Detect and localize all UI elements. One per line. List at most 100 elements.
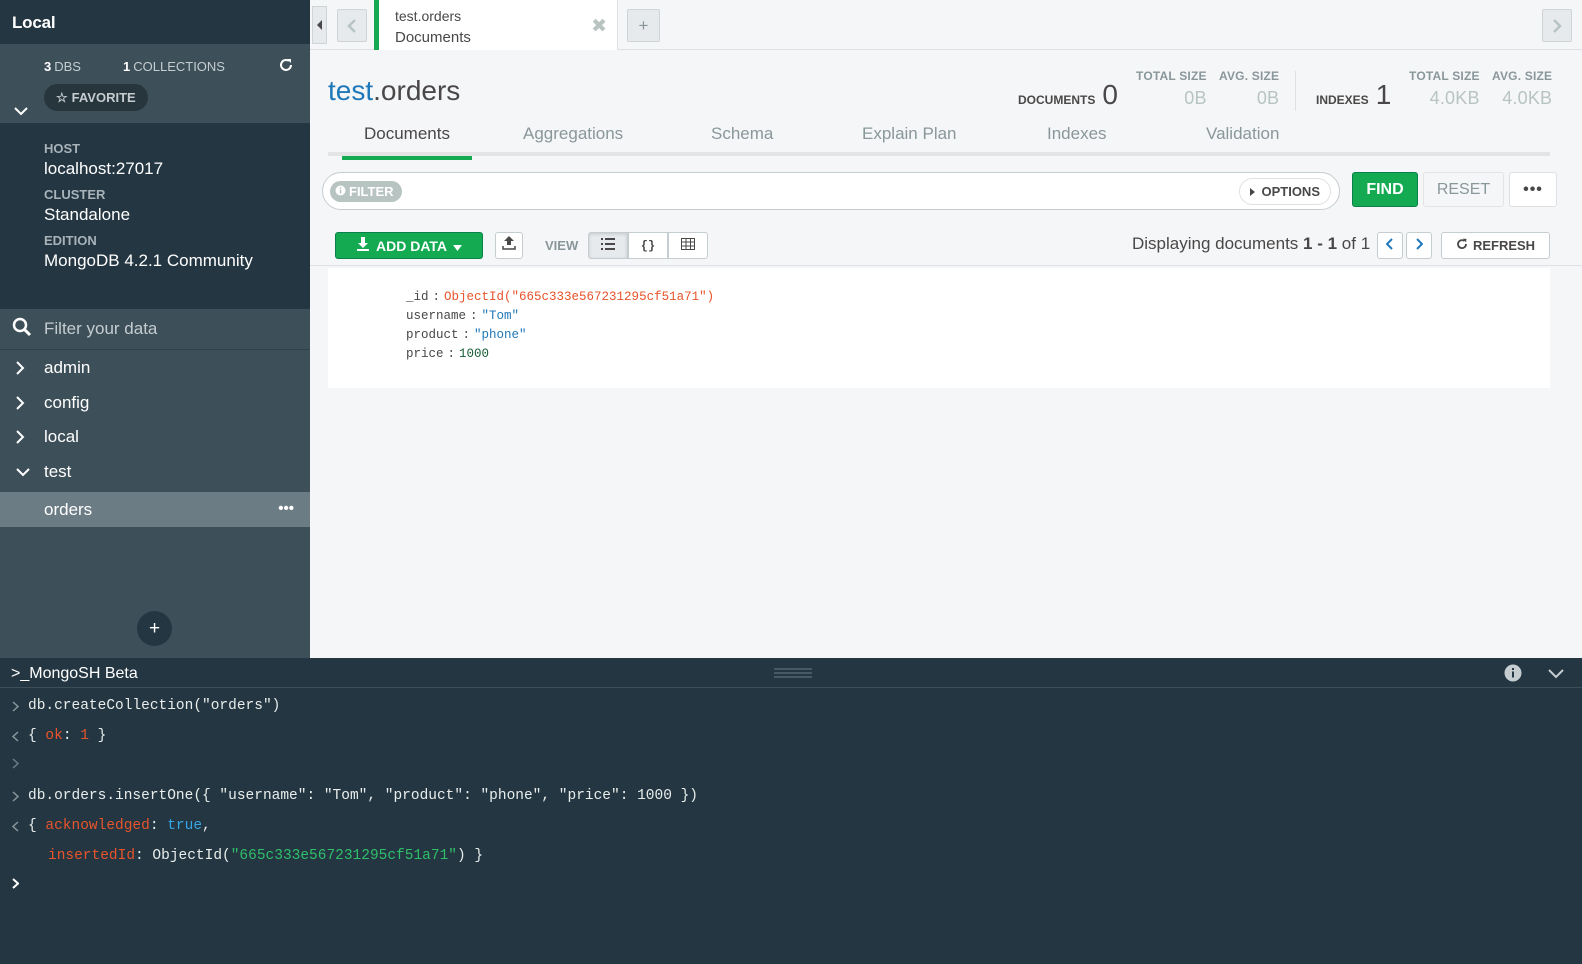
close-icon[interactable]: ✖ — [591, 15, 607, 38]
documents-stat: DOCUMENTS 0 — [1018, 79, 1118, 110]
more-options-button[interactable]: ••• — [1509, 172, 1557, 207]
refresh-icon — [1456, 238, 1468, 253]
tab-schema[interactable]: Schema — [711, 124, 773, 156]
upload-icon — [502, 236, 516, 255]
tab-validation[interactable]: Validation — [1206, 124, 1279, 156]
document-card[interactable]: _id: ObjectId("665c333e567231295cf51a71")… — [328, 268, 1550, 388]
sidebar-item-config[interactable]: config — [0, 385, 310, 420]
shell-input-line: db.createCollection("orders") — [12, 698, 280, 714]
query-bar: FILTER OPTIONS — [322, 172, 1340, 210]
download-icon — [356, 237, 370, 254]
refresh-button[interactable]: REFRESH — [1441, 232, 1550, 259]
caret-right-icon — [1250, 184, 1256, 199]
refresh-icon[interactable] — [278, 57, 294, 78]
chevron-right-icon — [0, 429, 44, 445]
cluster-label: CLUSTER — [44, 187, 106, 202]
main-panel: test.orders Documents ✖ + test.orders DO… — [310, 0, 1582, 658]
prompt-icon — [12, 790, 28, 802]
connection-title: Local — [0, 0, 310, 44]
sidebar-collection-orders[interactable]: orders ••• — [0, 492, 310, 527]
documents-toolbar: ADD DATA VIEW {} Displaying documents 1 … — [310, 226, 1582, 266]
collection-subtabs: Documents Aggregations Schema Explain Pl… — [328, 114, 1550, 160]
dbs-count: 3 DBS — [44, 59, 81, 74]
pagination-text: Displaying documents 1 - 1 of 1 — [1132, 234, 1371, 253]
documents-total-size: TOTAL SIZE 0B — [1136, 69, 1207, 108]
tab-bar: test.orders Documents ✖ + — [310, 0, 1582, 50]
filter-query-input[interactable] — [411, 181, 1231, 203]
output-icon — [12, 820, 28, 832]
new-tab-button[interactable]: + — [627, 9, 660, 42]
cluster-value: Standalone — [44, 205, 131, 224]
braces-icon: {} — [640, 238, 656, 253]
chevron-left-icon — [1385, 237, 1394, 255]
search-icon — [12, 317, 32, 342]
export-button[interactable] — [495, 232, 523, 259]
filter-label: FILTER — [330, 181, 402, 202]
prompt-icon — [12, 758, 28, 769]
find-button[interactable]: FIND — [1352, 172, 1418, 207]
sidebar-item-admin[interactable]: admin — [0, 350, 310, 385]
list-icon — [601, 238, 615, 253]
tab-subtitle: Documents — [395, 29, 471, 46]
chevron-right-icon — [0, 395, 44, 411]
indexes-stat: INDEXES 1 — [1316, 79, 1392, 110]
edition-value: MongoDB 4.2.1 Community — [44, 251, 253, 270]
shell-input-line — [12, 758, 28, 769]
next-page-button[interactable] — [1406, 232, 1432, 259]
reset-button[interactable]: RESET — [1423, 172, 1504, 207]
options-button[interactable]: OPTIONS — [1239, 178, 1331, 205]
collapse-sidebar-button[interactable] — [312, 6, 327, 44]
chevron-right-icon — [1415, 237, 1424, 255]
sidebar: Local 3 DBS 1 COLLECTIONS ☆ FAVORITE HOST … — [0, 0, 310, 658]
instance-info: HOST localhost:27017 CLUSTER Standalone … — [0, 123, 310, 309]
chevron-down-icon[interactable] — [14, 103, 28, 121]
add-data-button[interactable]: ADD DATA — [335, 232, 483, 259]
output-icon — [12, 730, 28, 742]
shell-input-line: db.orders.insertOne({ "username": "Tom",… — [12, 788, 698, 804]
json-view-button[interactable]: {} — [628, 232, 668, 259]
document-field: price:1000 — [406, 347, 490, 361]
shell-output-line: insertedId: ObjectId("665c333e567231295c… — [48, 848, 484, 864]
info-icon[interactable] — [1504, 664, 1522, 687]
tab-indexes[interactable]: Indexes — [1047, 124, 1107, 156]
document-field: username: "Tom" — [406, 309, 520, 323]
edition-label: EDITION — [44, 233, 97, 248]
list-view-button[interactable] — [588, 232, 628, 259]
more-icon[interactable]: ••• — [278, 500, 294, 517]
shell-output-line: { acknowledged: true, — [12, 818, 211, 834]
tab-test-orders[interactable]: test.orders Documents ✖ — [374, 0, 618, 50]
tab-aggregations[interactable]: Aggregations — [523, 124, 623, 156]
tabs-back-button[interactable] — [337, 9, 367, 42]
stat-divider — [1295, 71, 1296, 111]
shell-active-prompt[interactable] — [12, 878, 28, 889]
shell-header: >_MongoSH Beta — [0, 658, 1582, 688]
prompt-icon — [12, 878, 28, 889]
tab-documents[interactable]: Documents — [342, 124, 472, 160]
sidebar-item-test[interactable]: test — [0, 454, 310, 489]
chevron-right-icon — [0, 360, 44, 376]
host-label: HOST — [44, 141, 81, 156]
collections-count: 1 COLLECTIONS — [123, 59, 225, 74]
tabs-forward-button[interactable] — [1542, 9, 1572, 42]
shell-title[interactable]: >_MongoSH Beta — [11, 665, 138, 683]
favorite-button[interactable]: ☆ FAVORITE — [44, 84, 148, 111]
previous-page-button[interactable] — [1377, 232, 1403, 259]
chevron-down-icon[interactable] — [1548, 666, 1564, 684]
table-view-button[interactable] — [668, 232, 708, 259]
star-icon: ☆ — [56, 89, 68, 105]
info-icon — [335, 184, 346, 199]
documents-avg-size: AVG. SIZE 0B — [1219, 69, 1280, 108]
sidebar-item-local[interactable]: local — [0, 419, 310, 454]
prompt-icon — [12, 700, 28, 712]
shell-output-line: { ok: 1 } — [12, 728, 106, 744]
table-icon — [681, 238, 695, 253]
resize-handle-icon[interactable] — [774, 666, 812, 684]
tab-explain-plan[interactable]: Explain Plan — [862, 124, 957, 156]
caret-down-icon — [453, 238, 463, 254]
document-field: product: "phone" — [406, 328, 527, 342]
view-label: VIEW — [545, 238, 579, 253]
tab-namespace: test.orders — [395, 8, 462, 24]
filter-input[interactable] — [44, 319, 284, 339]
add-database-button[interactable]: + — [137, 611, 172, 646]
indexes-total-size: TOTAL SIZE 4.0KB — [1409, 69, 1480, 108]
